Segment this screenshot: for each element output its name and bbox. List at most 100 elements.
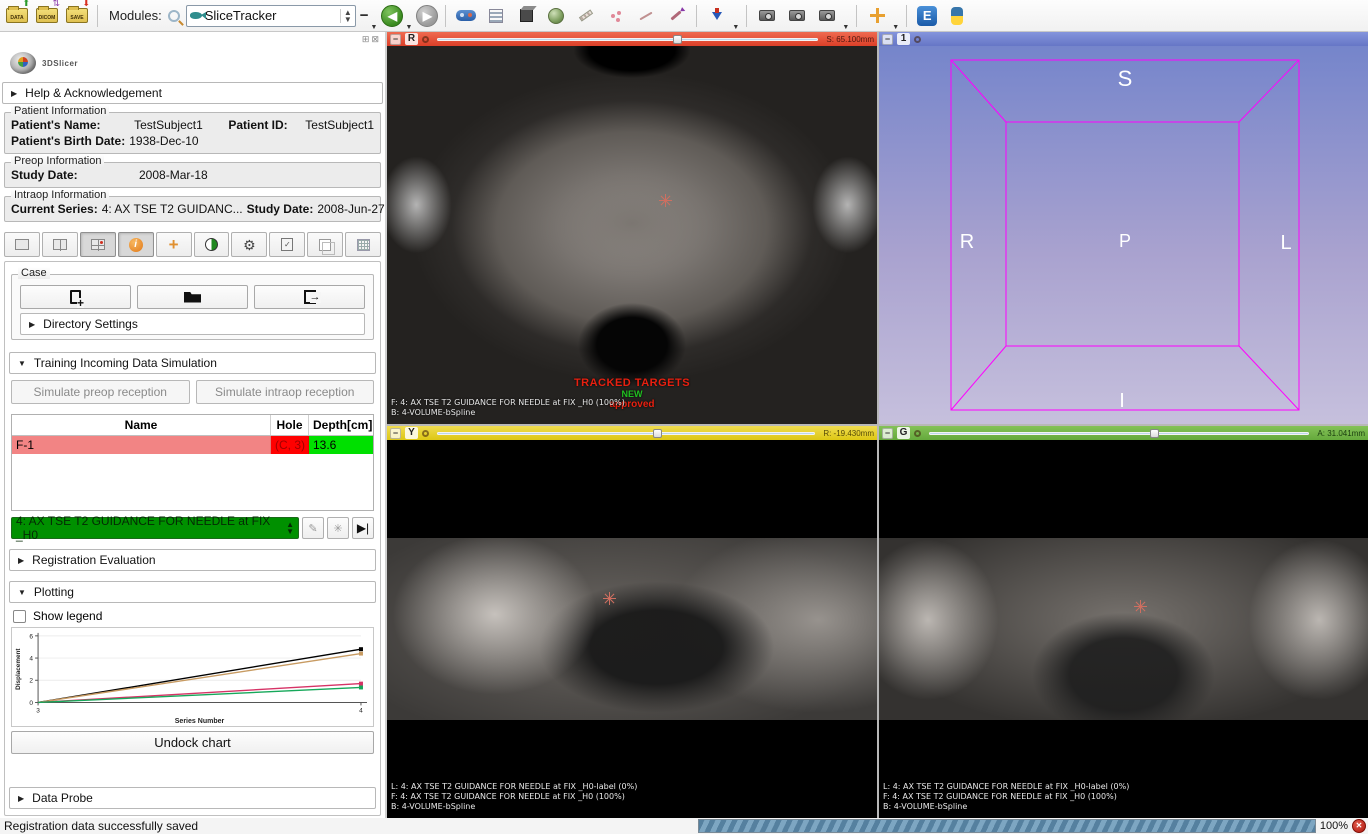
threed-scene[interactable]: S R P L I — [879, 46, 1368, 424]
yellow-pin-icon[interactable] — [422, 430, 429, 437]
data-probe-section[interactable]: ▶ Data Probe — [9, 787, 376, 809]
red-slice-offset: S: 65.100mm — [826, 35, 874, 44]
red-collapse-button[interactable]: − — [390, 34, 401, 45]
crosshair-button[interactable] — [864, 3, 890, 29]
intraop-study-date-value: 2008-Jun-27 — [317, 201, 384, 217]
scene-restore-button[interactable] — [814, 3, 840, 29]
undock-chart-button[interactable]: Undock chart — [11, 731, 374, 754]
red-slider-handle[interactable] — [673, 35, 682, 44]
yellow-slider-handle[interactable] — [653, 429, 662, 438]
case-group-title: Case — [18, 267, 50, 279]
show-legend-checkbox[interactable] — [13, 610, 26, 623]
registration-evaluation-section[interactable]: ▶ Registration Evaluation — [9, 549, 376, 571]
module-tab-row: i + ⚙ ✓ — [4, 232, 381, 257]
panel-pin-icon[interactable]: ⊞ — [362, 34, 370, 46]
simulate-preop-button[interactable]: Simulate preop reception — [11, 380, 190, 404]
header-hole[interactable]: Hole — [271, 415, 309, 435]
extensions-manager-button[interactable]: E — [914, 3, 940, 29]
module-forward-button[interactable]: ▶ — [416, 5, 438, 27]
tab-template-grid[interactable] — [345, 232, 381, 257]
header-name[interactable]: Name — [12, 415, 271, 435]
threed-collapse-button[interactable]: − — [882, 34, 893, 45]
directory-settings-section[interactable]: ▶ Directory Settings — [20, 313, 365, 335]
volume-rendering-button[interactable] — [513, 3, 539, 29]
red-pin-icon[interactable] — [422, 36, 429, 43]
tab-layout-fourup[interactable] — [80, 232, 116, 257]
target-marker-icon[interactable] — [603, 592, 616, 605]
scene-view-button[interactable] — [784, 3, 810, 29]
target-row-f1[interactable]: F-1 (C, 3) 13.6 — [12, 436, 373, 454]
green-slice-image[interactable]: L: 4: AX TSE T2 GUIDANCE FOR NEEDLE at F… — [879, 440, 1368, 818]
new-case-button[interactable] — [20, 285, 131, 309]
red-foreground-line: F: 4: AX TSE T2 GUIDANCE FOR NEEDLE at F… — [391, 398, 625, 408]
skip-series-button[interactable]: ▶| — [352, 517, 374, 539]
yellow-slice-image[interactable]: L: 4: AX TSE T2 GUIDANCE FOR NEEDLE at F… — [387, 440, 877, 818]
yellow-collapse-button[interactable]: − — [390, 428, 401, 439]
place-fiducial-button[interactable] — [704, 3, 730, 29]
red-slice-image[interactable]: TRACKED TARGETS NEW approved F: 4: AX TS… — [387, 46, 877, 424]
green-slice-slider[interactable] — [929, 428, 1309, 438]
patient-id-value: TestSubject1 — [305, 117, 374, 133]
module-back-button[interactable]: ◀ — [381, 5, 403, 27]
tab-checklist[interactable]: ✓ — [269, 232, 305, 257]
help-acknowledgement-section[interactable]: ▶ Help & Acknowledgement — [2, 82, 383, 104]
tab-targets[interactable]: + — [156, 232, 192, 257]
tab-settings[interactable]: ⚙ — [231, 232, 267, 257]
simulate-intraop-button[interactable]: Simulate intraop reception — [196, 380, 375, 404]
training-simulation-section[interactable]: ▼ Training Incoming Data Simulation — [9, 352, 376, 374]
module-search-icon[interactable] — [168, 10, 180, 22]
plotting-section[interactable]: ▼ Plotting — [9, 581, 376, 603]
chevron-down-icon[interactable]: ▼ — [371, 24, 378, 31]
line-tool-button[interactable] — [633, 3, 659, 29]
panel-undock-icon[interactable]: ⊠ — [371, 34, 379, 46]
target-marker-icon[interactable] — [1134, 600, 1147, 613]
red-slice-controller-bar: − R S: 65.100mm — [387, 32, 877, 46]
module-hierarchy-button[interactable] — [483, 3, 509, 29]
displacement-chart[interactable]: 024634DisplacementSeries Number — [11, 627, 374, 727]
ruler-tool-button[interactable] — [573, 3, 599, 29]
crosshair-chevron-icon[interactable]: ▼ — [892, 24, 899, 31]
annotation-pen-button[interactable] — [663, 3, 689, 29]
module-selector-combobox[interactable]: SliceTracker ▲▼ — [186, 5, 356, 27]
target-hole-cell[interactable]: (C, 3) — [271, 436, 309, 454]
retry-registration-button[interactable]: ✳ — [327, 517, 349, 539]
save-button[interactable]: SAVE ⬇ — [64, 3, 90, 29]
scene-views-chevron-icon[interactable]: ▼ — [842, 24, 849, 31]
threed-pin-icon[interactable] — [914, 36, 921, 43]
header-depth[interactable]: Depth[cm] — [309, 415, 373, 435]
fiducials-tool-button[interactable] — [603, 3, 629, 29]
load-data-button[interactable]: DATA ⬆ — [4, 3, 30, 29]
view-controllers-button[interactable] — [453, 3, 479, 29]
green-slider-handle[interactable] — [1150, 429, 1159, 438]
close-case-button[interactable] — [254, 285, 365, 309]
green-view-label: G — [897, 427, 910, 439]
target-marker-icon[interactable] — [659, 194, 672, 207]
targets-table-header: Name Hole Depth[cm] — [12, 415, 373, 436]
green-pin-icon[interactable] — [914, 430, 921, 437]
tab-layout-red[interactable] — [4, 232, 40, 257]
series-selector-combobox[interactable]: 4: AX TSE T2 GUIDANCE FOR NEEDLE at FIX … — [11, 517, 299, 539]
tab-case-info[interactable]: i — [118, 232, 154, 257]
series-spin-icon: ▲▼ — [286, 521, 294, 535]
contrast-icon — [205, 238, 218, 251]
screenshot-button[interactable] — [754, 3, 780, 29]
segment-editor-button[interactable] — [543, 3, 569, 29]
red-slice-slider[interactable] — [437, 34, 818, 44]
cancel-progress-button[interactable]: ✕ — [1352, 819, 1366, 833]
open-folder-icon — [184, 292, 201, 303]
tab-window-level[interactable] — [194, 232, 230, 257]
place-options-chevron-icon[interactable]: ▼ — [732, 24, 739, 31]
edit-series-button[interactable]: ✎ — [302, 517, 324, 539]
target-depth-cell[interactable]: 13.6 — [309, 436, 373, 454]
open-case-button[interactable] — [137, 285, 248, 309]
python-console-button[interactable] — [944, 3, 970, 29]
dicom-button[interactable]: DICOM ⇅ — [34, 3, 60, 29]
module-history-icon[interactable]: − — [360, 7, 369, 24]
back-history-chevron-icon[interactable]: ▼ — [405, 24, 412, 31]
tab-zframe[interactable] — [307, 232, 343, 257]
yellow-slice-slider[interactable] — [437, 428, 815, 438]
yellow-foreground-line: F: 4: AX TSE T2 GUIDANCE FOR NEEDLE at F… — [391, 792, 637, 802]
tab-layout-sidebyside[interactable] — [42, 232, 78, 257]
target-name-cell[interactable]: F-1 — [12, 436, 271, 454]
green-collapse-button[interactable]: − — [882, 428, 893, 439]
